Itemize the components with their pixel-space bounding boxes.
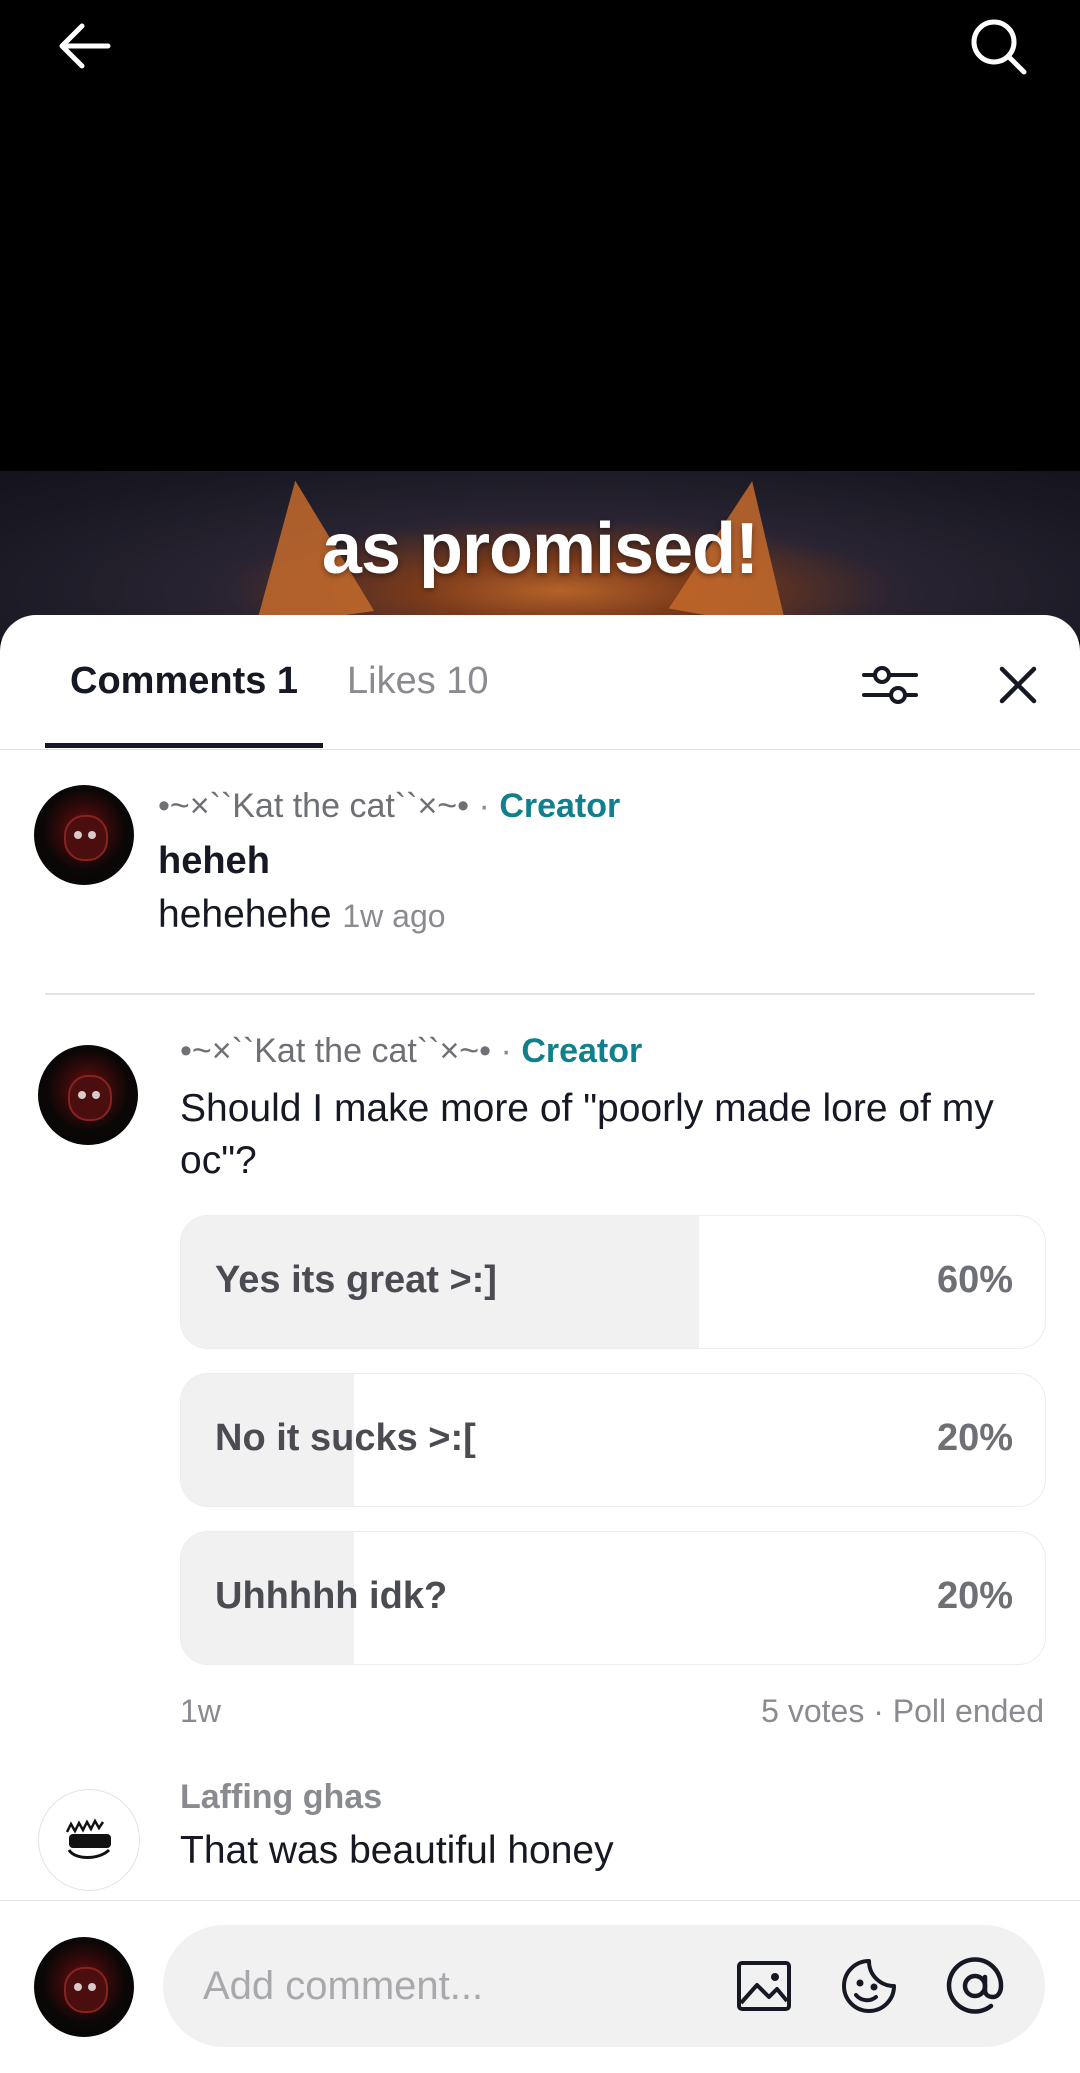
active-tab-indicator [45, 743, 323, 748]
avatar-eye [88, 1983, 96, 1991]
poll-option-label: Uhhhhh idk? [215, 1575, 448, 1617]
poll-question: Should I make more of "poorly made lore … [180, 1087, 994, 1182]
filter-sliders-icon[interactable] [858, 653, 922, 717]
poll-status: Poll ended [892, 1693, 1044, 1729]
comment-username: •~×``Kat the cat``×~• [158, 787, 470, 825]
comment-username-line[interactable]: •~×``Kat the cat``×~• · Creator [158, 787, 620, 826]
avatar-eye [88, 831, 96, 839]
creator-badge: Creator [521, 1032, 643, 1070]
add-comment-input[interactable] [163, 1925, 1045, 2047]
divider [45, 993, 1035, 995]
poll-time: 1w [180, 1693, 221, 1729]
avatar-eye [78, 1091, 86, 1099]
my-avatar[interactable] [34, 1937, 134, 2037]
comment-composer [0, 1900, 1080, 2073]
close-icon[interactable] [986, 653, 1050, 717]
avatar-face [64, 1967, 108, 2013]
comments-sheet: Comments 1 Likes 10 •~×``Kat the cat``×~… [0, 615, 1080, 2072]
search-icon[interactable] [966, 14, 1030, 78]
back-arrow-icon[interactable] [54, 14, 118, 78]
comment-body: hehehehe [158, 893, 332, 936]
avatar-face [64, 815, 108, 861]
avatar-eye [92, 1091, 100, 1099]
video-caption: as promised! [321, 509, 759, 589]
separator-dot: · [478, 787, 490, 825]
poll-option-percent: 20% [936, 1417, 1013, 1459]
mention-at-icon[interactable] [944, 1955, 1006, 2017]
creator-badge: Creator [499, 787, 621, 825]
separator-dot: · [873, 1693, 884, 1729]
poll-option-percent: 20% [936, 1575, 1013, 1617]
poll-option-label: No it sucks >:[ [215, 1417, 476, 1459]
reply-text: That was beautiful honey [180, 1829, 614, 1872]
avatar-face [68, 1075, 112, 1121]
image-icon[interactable] [733, 1955, 795, 2017]
comment-tabs: Comments 1 Likes 10 [0, 615, 1080, 750]
poll-option-label: Yes its great >:] [215, 1259, 497, 1301]
avatar[interactable] [38, 1789, 140, 1891]
poll-username: •~×``Kat the cat``×~• [180, 1032, 492, 1070]
tab-comments[interactable]: Comments 1 [70, 660, 298, 703]
comment-time: 1w ago [342, 898, 446, 934]
sticker-icon[interactable] [838, 1955, 900, 2017]
avatar[interactable] [34, 785, 134, 885]
tab-likes[interactable]: Likes 10 [347, 660, 489, 703]
poll-option[interactable]: No it sucks >:[ 20% [180, 1373, 1046, 1507]
comment-title: heheh [158, 840, 270, 882]
poll-option[interactable]: Yes its great >:] 60% [180, 1215, 1046, 1349]
comment-body-line: hehehehe 1w ago [158, 893, 446, 937]
doodle-face-icon [65, 1818, 111, 1859]
poll-username-line[interactable]: •~×``Kat the cat``×~• · Creator [180, 1032, 642, 1071]
avatar-eye [74, 1983, 82, 1991]
poll-votes: 5 votes [761, 1693, 865, 1729]
poll-option[interactable]: Uhhhhh idk? 20% [180, 1531, 1046, 1665]
video-player[interactable]: as promised! [0, 0, 1080, 640]
separator-dot: · [500, 1032, 512, 1070]
poll-option-percent: 60% [936, 1259, 1013, 1301]
avatar[interactable] [38, 1045, 138, 1145]
poll-meta: 5 votes · Poll ended [761, 1693, 1044, 1730]
avatar-eye [74, 831, 82, 839]
reply-username[interactable]: Laffing ghas [180, 1778, 382, 1817]
